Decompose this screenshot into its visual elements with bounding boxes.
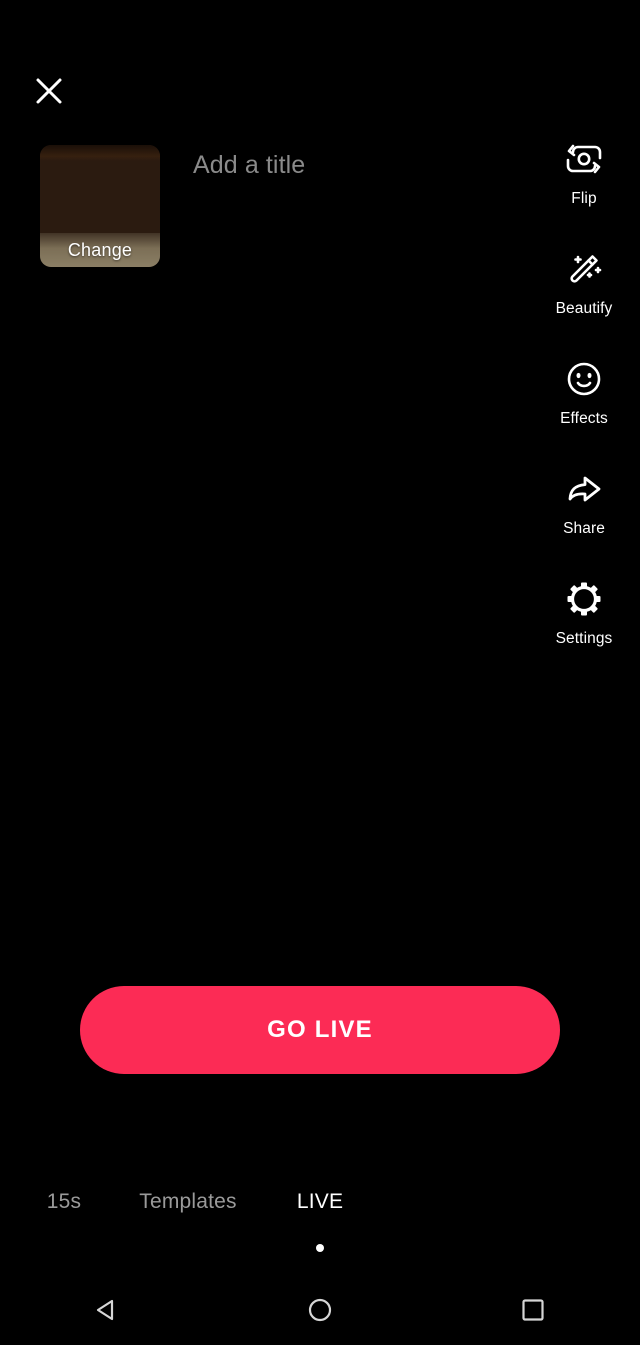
tool-effects-label: Effects [560,410,608,427]
mode-tab-templates[interactable]: Templates [139,1190,237,1214]
change-cover-label: Change [67,239,133,260]
share-arrow-icon [561,466,607,512]
capture-mode-tabs: 15s Templates LIVE [0,1190,640,1230]
camera-flip-icon [562,136,606,182]
triangle-back-icon [96,1299,113,1321]
nav-home-button[interactable] [213,1275,426,1345]
nav-back-button[interactable] [0,1275,213,1345]
tool-share-label: Share [563,520,605,537]
system-navigation-bar [0,1275,640,1345]
title-input[interactable] [193,151,493,180]
circle-home-icon [308,1298,332,1322]
cover-and-title-row: Change [40,145,493,267]
nav-recents-button[interactable] [427,1275,640,1345]
square-recents-icon [522,1299,544,1321]
tool-rail: Flip Beautify Effects Share Settings [528,136,640,686]
tool-flip-button[interactable]: Flip [528,136,640,246]
mode-tab-live[interactable]: LIVE [297,1190,343,1214]
close-button[interactable] [26,68,72,114]
tool-settings-button[interactable]: Settings [528,576,640,686]
tool-share-button[interactable]: Share [528,466,640,576]
mode-tab-15s[interactable]: 15s [47,1190,81,1214]
close-icon [36,78,62,104]
tool-flip-label: Flip [571,190,597,207]
smiley-face-icon [562,356,606,402]
tool-beautify-label: Beautify [555,300,613,317]
cover-thumbnail-button[interactable]: Change [40,145,160,267]
tool-effects-button[interactable]: Effects [528,356,640,466]
active-tab-indicator-dot [316,1244,324,1252]
gear-icon [562,576,606,622]
change-cover-overlay[interactable]: Change [40,233,160,267]
tool-beautify-button[interactable]: Beautify [528,246,640,356]
magic-wand-icon [562,246,606,292]
go-live-button[interactable]: GO LIVE [80,986,560,1074]
tool-settings-label: Settings [555,630,613,647]
